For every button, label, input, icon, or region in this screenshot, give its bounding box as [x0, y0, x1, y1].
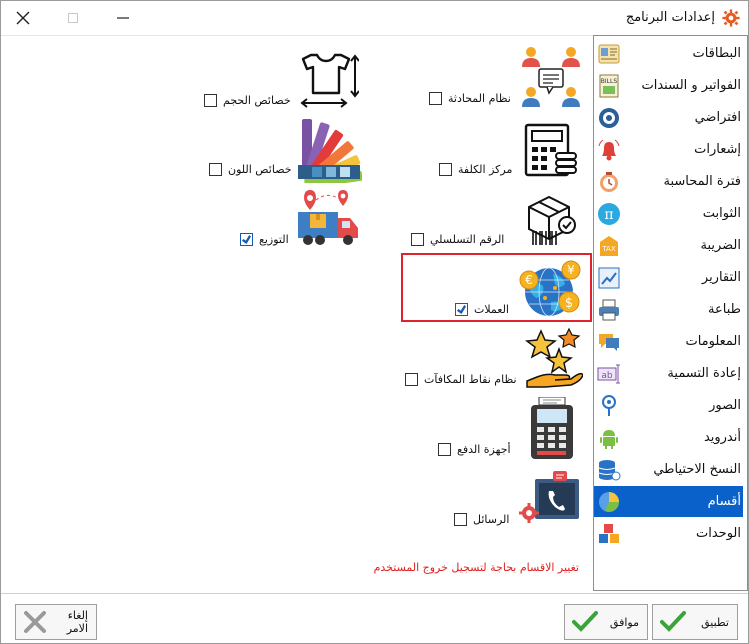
payment-devices-checkbox[interactable]: [438, 443, 451, 456]
serial-number-label: الرقم التسلسلي: [430, 233, 505, 246]
close-button[interactable]: [9, 5, 37, 31]
sidebar-item-print[interactable]: طباعة: [594, 294, 743, 325]
sidebar-item-accounting-period[interactable]: فترة المحاسبة: [594, 166, 743, 197]
serial-number-box-icon: [528, 195, 576, 245]
apply-button[interactable]: تطبيق: [652, 604, 738, 640]
pie-chart-icon: [596, 489, 622, 515]
sidebar-item-reports[interactable]: التقارير: [594, 262, 743, 293]
payment-terminal-icon: [531, 397, 573, 459]
serial-number-checkbox[interactable]: [411, 233, 424, 246]
dialog-footer: تطبيق موافق إلغاء الامر: [1, 593, 748, 643]
close-icon: [16, 11, 30, 25]
bills-icon: BILLS: [596, 73, 622, 99]
sidebar-item-constants[interactable]: π الثوابت: [594, 198, 743, 229]
chat-system-label: نظام المحادثة: [448, 92, 511, 105]
reports-icon: [596, 265, 622, 291]
svg-text:TAX: TAX: [601, 245, 616, 253]
distribution-label: التوزيع: [259, 233, 289, 246]
messages-checkbox[interactable]: [454, 513, 467, 526]
sections-logout-note: تغيير الاقسام بحاجة لتسجيل خروج المستخدم: [373, 561, 579, 574]
payment-devices-label: أجهزة الدفع: [457, 443, 511, 456]
ok-button[interactable]: موافق: [564, 604, 648, 640]
messages-support-icon: [519, 471, 579, 523]
size-properties-option[interactable]: خصائص الحجم: [204, 94, 291, 107]
currency-globe-icon: € ¥ $: [519, 260, 581, 317]
color-properties-checkbox[interactable]: [209, 163, 222, 176]
maximize-icon: [68, 13, 78, 23]
chat-system-icon: [522, 47, 580, 107]
sidebar-item-cards[interactable]: البطاقات: [594, 38, 743, 69]
minimize-icon: [117, 17, 129, 19]
svg-text:$: $: [565, 296, 573, 311]
svg-text:€: €: [525, 273, 533, 287]
cost-center-option[interactable]: مركز الكلفة: [439, 163, 512, 176]
serial-number-option[interactable]: الرقم التسلسلي: [411, 233, 504, 246]
distribution-checkbox[interactable]: [240, 233, 253, 246]
default-gear-icon: [596, 105, 622, 131]
sidebar-item-images[interactable]: الصور: [594, 390, 743, 421]
svg-text:π: π: [604, 207, 613, 223]
pi-icon: π: [596, 201, 622, 227]
minimize-button[interactable]: [109, 5, 137, 31]
sidebar-item-units[interactable]: الوحدات: [594, 518, 743, 549]
cancel-button[interactable]: إلغاء الامر: [15, 604, 97, 640]
sidebar-item-sections[interactable]: أقسام: [594, 486, 743, 517]
backup-database-icon: [596, 457, 622, 483]
delivery-truck-icon: [298, 190, 358, 245]
payment-devices-option[interactable]: أجهزة الدفع: [438, 443, 511, 456]
cost-center-label: مركز الكلفة: [458, 163, 513, 176]
window-title: إعدادات البرنامج: [625, 10, 715, 25]
messages-label: الرسائل: [473, 513, 510, 526]
cross-icon: [22, 608, 47, 636]
sidebar-item-tax[interactable]: TAX الضريبة: [594, 230, 743, 261]
tshirt-size-icon: [300, 53, 359, 108]
svg-text:¥: ¥: [567, 263, 575, 277]
settings-sidebar[interactable]: البطاقات BILLS الفواتير و السندات افتراض…: [593, 35, 748, 591]
svg-text:ab: ab: [601, 371, 613, 381]
settings-window: إعدادات البرنامج خصائص الحجم خصائص اللون…: [0, 0, 749, 644]
currencies-option[interactable]: العملات: [455, 303, 509, 316]
sidebar-item-rename[interactable]: ab إعادة التسمية: [594, 358, 743, 389]
color-properties-label: خصائص اللون: [228, 163, 292, 176]
chat-info-icon: [596, 329, 622, 355]
color-palette-icon: [298, 119, 362, 183]
sidebar-item-backup[interactable]: النسخ الاحتياطي: [594, 454, 743, 485]
svg-text:BILLS: BILLS: [601, 78, 618, 85]
currencies-label: العملات: [474, 303, 509, 316]
cost-center-checkbox[interactable]: [439, 163, 452, 176]
reward-points-checkbox[interactable]: [405, 373, 418, 386]
sidebar-item-notifications[interactable]: إشعارات: [594, 134, 743, 165]
maximize-button[interactable]: [59, 5, 87, 31]
image-pin-icon: [596, 393, 622, 419]
color-properties-option[interactable]: خصائص اللون: [209, 163, 292, 176]
currencies-checkbox[interactable]: [455, 303, 468, 316]
distribution-option[interactable]: التوزيع: [240, 233, 289, 246]
chat-system-option[interactable]: نظام المحادثة: [429, 92, 511, 105]
rename-icon: ab: [596, 361, 622, 387]
sidebar-item-default[interactable]: افتراضي: [594, 102, 743, 133]
reward-points-label: نظام نقاط المكافآت: [424, 373, 517, 386]
checkmark-icon: [571, 608, 599, 636]
title-bar: إعدادات البرنامج: [1, 1, 748, 35]
checkmark-icon: [659, 608, 687, 636]
sidebar-item-android[interactable]: أندرويد: [594, 422, 743, 453]
tax-icon: TAX: [596, 233, 622, 259]
android-icon: [596, 425, 622, 451]
reward-points-option[interactable]: نظام نقاط المكافآت: [405, 373, 517, 386]
printer-icon: [596, 297, 622, 323]
sidebar-item-info[interactable]: المعلومات: [594, 326, 743, 357]
cost-center-calculator-icon: [524, 123, 577, 177]
accounting-period-icon: [596, 169, 622, 195]
gear-icon: [722, 9, 740, 27]
size-properties-label: خصائص الحجم: [223, 94, 291, 107]
cubes-icon: [596, 521, 622, 547]
sidebar-item-bills[interactable]: BILLS الفواتير و السندات: [594, 70, 743, 101]
size-properties-checkbox[interactable]: [204, 94, 217, 107]
chat-system-checkbox[interactable]: [429, 92, 442, 105]
messages-option[interactable]: الرسائل: [454, 513, 509, 526]
bell-icon: [596, 137, 622, 163]
reward-points-icon: [525, 327, 583, 388]
cards-icon: [596, 41, 622, 67]
